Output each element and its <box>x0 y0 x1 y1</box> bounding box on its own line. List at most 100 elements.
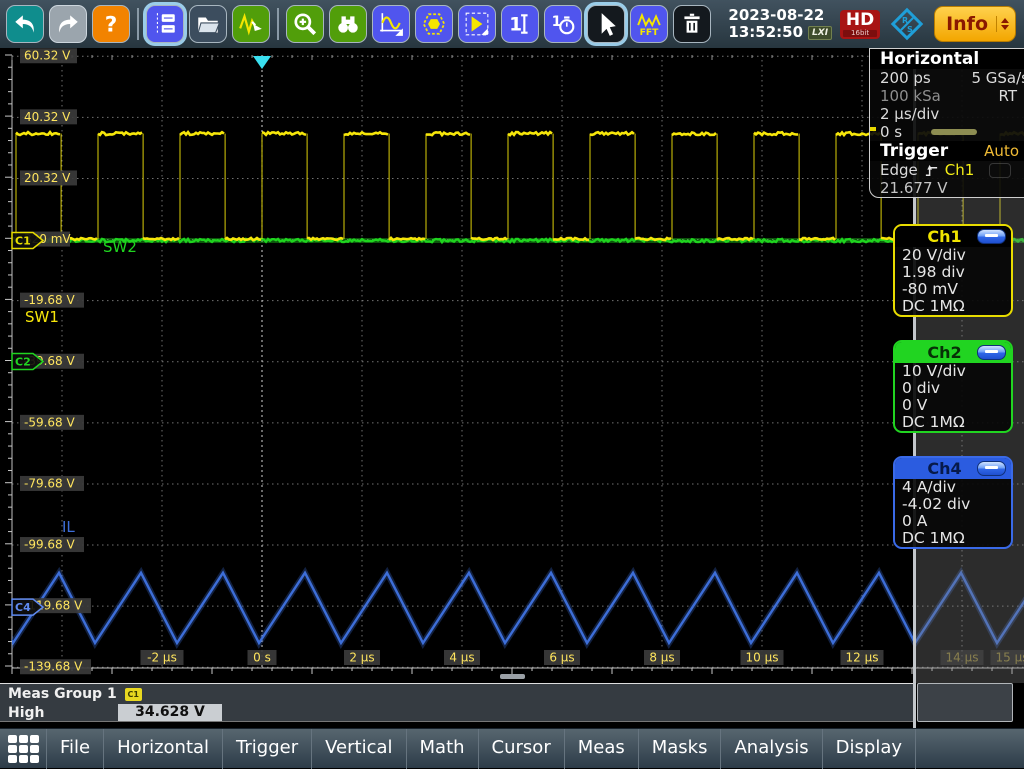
menu-item-masks[interactable]: Masks <box>639 729 722 769</box>
cursor-measure-icon: 1 <box>507 11 533 37</box>
menu-item-file[interactable]: File <box>47 729 104 769</box>
menu-item-vertical[interactable]: Vertical <box>312 729 406 769</box>
horizontal-record-row[interactable]: 100 kSa RT <box>870 87 1024 105</box>
undo-icon <box>12 11 38 37</box>
x-axis-label: 12 µs <box>846 651 879 665</box>
annotate-button[interactable] <box>232 5 270 43</box>
help-button[interactable]: ? <box>92 5 130 43</box>
position-slider[interactable] <box>931 129 977 135</box>
dialogs-icon <box>152 11 178 37</box>
channel1-minimize-button[interactable] <box>977 229 1006 244</box>
y-axis-label: -79.68 V <box>24 476 75 490</box>
magnifier-icon <box>292 11 318 37</box>
channel1-coupling: DC 1MΩ <box>895 298 1011 315</box>
info-spinner-arrows[interactable] <box>996 16 1010 32</box>
svg-text:FFT: FFT <box>640 27 660 37</box>
quick-measure-button[interactable]: 1 <box>544 5 582 43</box>
x-axis-label: 0 s <box>253 651 271 665</box>
mask-test-button[interactable] <box>415 5 453 43</box>
toolbar-status-area: 2023-08-22 13:52:50 LXI HD 16bit R S Inf… <box>728 5 1018 43</box>
trigger-type-row[interactable]: Edge Ch1 <box>870 161 1024 179</box>
menu-item-meas[interactable]: Meas <box>565 729 639 769</box>
zoom-button[interactable] <box>286 5 324 43</box>
apps-menu-button[interactable] <box>0 729 46 769</box>
measurement-group-header[interactable]: Meas Group 1 C1 <box>0 684 913 704</box>
trigger-level-row[interactable]: 21.677 V <box>870 179 1024 197</box>
right-bottom-panel <box>917 683 1013 722</box>
menu-item-horizontal[interactable]: Horizontal <box>104 729 223 769</box>
trigger-source: Ch1 <box>945 161 975 179</box>
math-waveform-icon <box>378 11 404 37</box>
svg-text:S: S <box>907 25 913 34</box>
horizontal-position-row[interactable]: 0 s <box>870 123 1024 141</box>
channel4-box[interactable]: Ch4 4 A/div -4.02 div 0 A DC 1MΩ <box>893 456 1013 549</box>
horizontal-section-title: Horizontal <box>870 49 1024 69</box>
channel1-header[interactable]: Ch1 <box>895 226 1011 247</box>
time-text: 13:52:50 <box>728 24 803 41</box>
y-axis-label: 40.32 V <box>24 110 71 124</box>
folder-icon <box>195 11 221 37</box>
info-button[interactable]: Info <box>934 6 1016 42</box>
open-file-button[interactable] <box>189 5 227 43</box>
y-axis-label: -59.68 V <box>24 415 75 429</box>
measurement-value: 34.628 V <box>118 704 222 721</box>
menu-item-analysis[interactable]: Analysis <box>721 729 822 769</box>
math-button[interactable] <box>372 5 410 43</box>
channel4-position: -4.02 div <box>895 496 1011 513</box>
menu-items: FileHorizontalTriggerVerticalMathCursorM… <box>46 729 916 769</box>
horizontal-trigger-panel[interactable]: Horizontal 200 ps 5 GSa/s 100 kSa RT 2 µ… <box>869 48 1024 198</box>
channel4-offset: 0 A <box>895 513 1011 530</box>
menu-item-display[interactable]: Display <box>823 729 916 769</box>
sample-rate: 5 GSa/s <box>971 69 1024 87</box>
y-axis-label: -139.68 V <box>24 660 83 674</box>
redo-button[interactable] <box>49 5 87 43</box>
delete-button[interactable] <box>673 5 711 43</box>
measurement-row: High 34.628 V <box>0 704 913 722</box>
fft-button[interactable]: FFT <box>630 5 668 43</box>
y-axis-label: 20.32 V <box>24 171 71 185</box>
redo-icon <box>55 11 81 37</box>
trigger-state-icon <box>989 163 1011 178</box>
cursor-button[interactable]: 1 <box>501 5 539 43</box>
measurement-panel[interactable]: Meas Group 1 C1 High 34.628 V <box>0 683 913 722</box>
channel1-box[interactable]: Ch1 20 V/div 1.98 div -80 mV DC 1MΩ <box>893 224 1013 317</box>
date-text: 2023-08-22 <box>728 7 832 24</box>
report-button[interactable] <box>458 5 496 43</box>
y-axis-label: -99.68 V <box>24 538 75 552</box>
channel2-minimize-button[interactable] <box>977 345 1006 360</box>
channel2-header[interactable]: Ch2 <box>895 342 1011 363</box>
y-axis-label: 60.32 V <box>24 49 71 63</box>
toolbar: ? <box>0 0 1024 48</box>
channel2-box[interactable]: Ch2 10 V/div 0 div 0 V DC 1MΩ <box>893 340 1013 433</box>
horizontal-scroll-handle[interactable] <box>500 674 525 679</box>
menu-item-trigger[interactable]: Trigger <box>223 729 312 769</box>
channel1-position: 1.98 div <box>895 264 1011 281</box>
trigger-section-title: Trigger Auto <box>870 141 1024 161</box>
rohde-schwarz-logo: R S <box>888 5 926 43</box>
svg-text:R: R <box>902 16 908 25</box>
trash-icon <box>679 11 705 37</box>
select-pointer-button[interactable] <box>587 5 625 43</box>
trace-label-il: IL <box>62 518 75 536</box>
quick-measure-icon: 1 <box>550 11 576 37</box>
channel1-offset: -80 mV <box>895 281 1011 298</box>
svg-text:C1: C1 <box>15 235 31 248</box>
channel4-coupling: DC 1MΩ <box>895 530 1011 547</box>
horizontal-scale-row[interactable]: 2 µs/div <box>870 105 1024 123</box>
menu-item-math[interactable]: Math <box>407 729 479 769</box>
channel2-offset: 0 V <box>895 397 1011 414</box>
search-button[interactable] <box>329 5 367 43</box>
menu-item-cursor[interactable]: Cursor <box>479 729 565 769</box>
acquisition-mode: RT <box>999 87 1018 105</box>
channel2-position: 0 div <box>895 380 1011 397</box>
x-axis-label: 2 µs <box>349 651 374 665</box>
rising-edge-icon <box>924 163 939 178</box>
trace-label-sw2: SW2 <box>103 238 137 256</box>
channel4-minimize-button[interactable] <box>977 461 1006 476</box>
y-axis-label: -19.68 V <box>24 293 75 307</box>
horizontal-resolution-row[interactable]: 200 ps 5 GSa/s <box>870 69 1024 87</box>
x-axis-label: 10 µs <box>746 651 779 665</box>
dialogs-button[interactable] <box>146 5 184 43</box>
undo-button[interactable] <box>6 5 44 43</box>
channel4-header[interactable]: Ch4 <box>895 458 1011 479</box>
